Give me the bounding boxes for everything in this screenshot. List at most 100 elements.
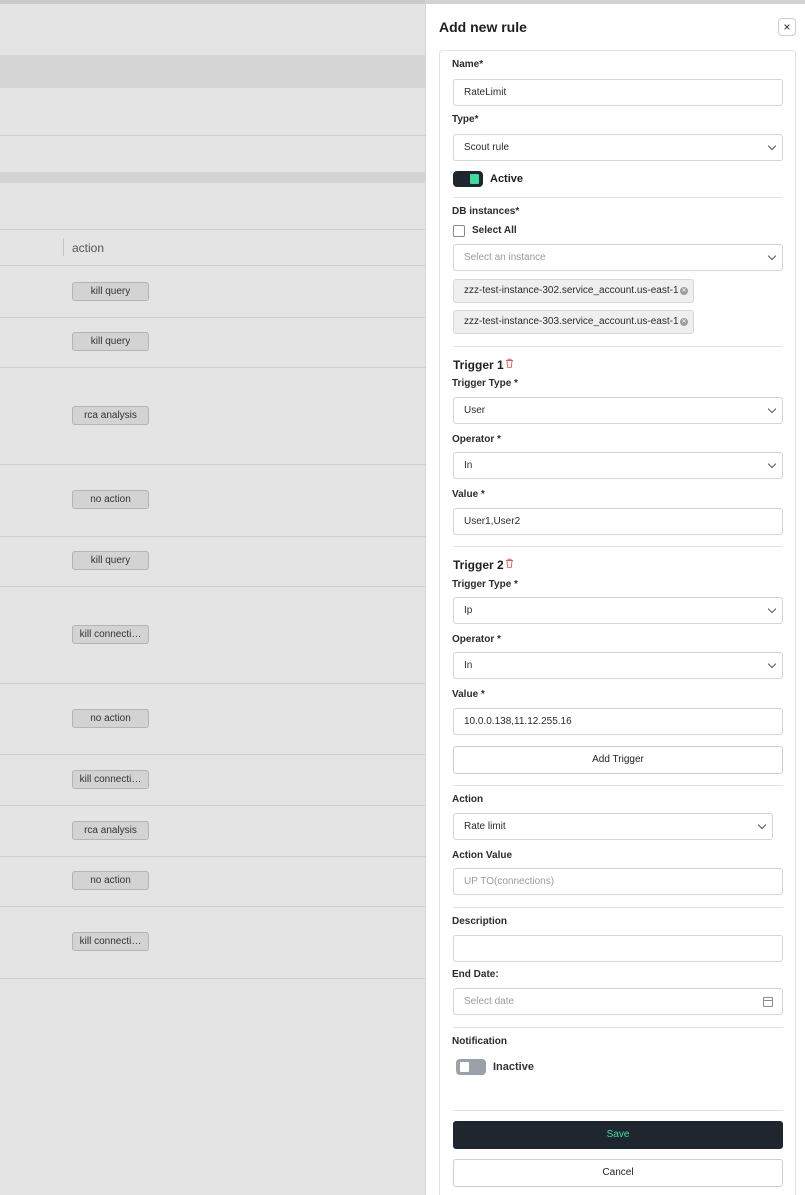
- close-button[interactable]: ×: [778, 18, 796, 36]
- trigger-type-select[interactable]: Ip: [453, 597, 783, 624]
- close-icon: ×: [783, 20, 791, 34]
- instance-tag: zzz-test-instance-302.service_account.us…: [453, 279, 694, 303]
- action-chip[interactable]: no action: [72, 871, 149, 890]
- drawer-top-border: [426, 0, 805, 4]
- operator-value: In: [464, 460, 473, 471]
- section-divider: [453, 785, 783, 786]
- type-select[interactable]: Scout rule: [453, 134, 783, 161]
- trigger-value-input[interactable]: 10.0.0.138,11.12.255.16: [453, 708, 783, 735]
- chevron-down-icon: [767, 659, 777, 669]
- row-divider: [0, 464, 425, 465]
- trash-icon[interactable]: [505, 358, 514, 368]
- value-label: Value *: [452, 689, 485, 700]
- action-chip[interactable]: kill connecti…: [72, 625, 149, 644]
- notification-toggle-label: Inactive: [493, 1061, 534, 1073]
- action-chip[interactable]: rca analysis: [72, 406, 149, 425]
- row-divider: [0, 906, 425, 907]
- action-label: Action: [452, 794, 484, 805]
- trigger-type-value: Ip: [464, 605, 473, 616]
- row-divider: [0, 586, 425, 587]
- row-divider: [0, 805, 425, 806]
- operator-select[interactable]: In: [453, 452, 783, 479]
- trash-icon[interactable]: [505, 558, 514, 568]
- name-input[interactable]: RateLimit: [453, 79, 783, 106]
- trigger-type-select[interactable]: User: [453, 397, 783, 424]
- action-chip[interactable]: no action: [72, 709, 149, 728]
- active-toggle[interactable]: [453, 171, 483, 187]
- chevron-down-icon: [767, 251, 777, 261]
- description-input[interactable]: [453, 935, 783, 962]
- background-table: action kill query kill query rca analysi…: [0, 0, 425, 1195]
- row-divider: [0, 536, 425, 537]
- instance-select[interactable]: Select an instance: [453, 244, 783, 271]
- action-chip[interactable]: kill query: [72, 332, 149, 351]
- column-separator: [63, 238, 64, 256]
- chevron-down-icon: [767, 141, 777, 151]
- action-select[interactable]: Rate limit: [453, 813, 773, 840]
- instance-tag-label: zzz-test-instance-303.service_account.us…: [464, 316, 679, 327]
- active-toggle-label: Active: [490, 173, 524, 185]
- header-divider: [0, 265, 425, 266]
- row-divider: [0, 229, 425, 230]
- action-value-label: Action Value: [452, 850, 513, 861]
- end-date-label: End Date:: [452, 969, 499, 980]
- section-divider: [453, 346, 783, 347]
- row-divider: [0, 683, 425, 684]
- remove-tag-icon[interactable]: ✕: [680, 318, 688, 326]
- toggle-knob: [470, 174, 479, 184]
- chevron-down-icon: [767, 459, 777, 469]
- action-select-value: Rate limit: [464, 821, 506, 832]
- select-all-checkbox[interactable]: [453, 225, 465, 237]
- section-divider: [453, 546, 783, 547]
- action-chip[interactable]: kill query: [72, 282, 149, 301]
- row-divider: [0, 135, 425, 136]
- select-all-label: Select All: [472, 225, 517, 236]
- add-rule-drawer: Add new rule × Name* RateLimit Type* Sco…: [425, 0, 805, 1195]
- action-chip[interactable]: no action: [72, 490, 149, 509]
- operator-value: In: [464, 660, 473, 671]
- instance-tag-label: zzz-test-instance-302.service_account.us…: [464, 285, 679, 296]
- description-label: Description: [452, 916, 508, 927]
- operator-label: Operator *: [452, 634, 501, 645]
- toggle-knob: [460, 1062, 469, 1072]
- remove-tag-icon[interactable]: ✕: [680, 287, 688, 295]
- row-divider: [0, 856, 425, 857]
- notification-label: Notification: [452, 1036, 507, 1047]
- section-divider: [453, 1027, 783, 1028]
- section-divider: [453, 907, 783, 908]
- calendar-icon: [763, 997, 773, 1007]
- trigger-type-value: User: [464, 405, 486, 416]
- trigger-type-label: Trigger Type *: [452, 378, 518, 389]
- action-chip[interactable]: kill connecti…: [72, 770, 149, 789]
- row-divider: [0, 978, 425, 979]
- column-header-action[interactable]: action: [72, 241, 104, 255]
- add-trigger-button[interactable]: Add Trigger: [453, 746, 783, 774]
- operator-select[interactable]: In: [453, 652, 783, 679]
- action-value-input[interactable]: UP TO(connections): [453, 868, 783, 895]
- top-border: [0, 0, 425, 4]
- cancel-button[interactable]: Cancel: [453, 1159, 783, 1187]
- end-date-placeholder: Select date: [464, 996, 515, 1007]
- value-label: Value *: [452, 489, 485, 500]
- action-chip[interactable]: kill query: [72, 551, 149, 570]
- operator-label: Operator *: [452, 434, 501, 445]
- save-button[interactable]: Save: [453, 1121, 783, 1149]
- end-date-picker[interactable]: Select date: [453, 988, 783, 1015]
- notification-toggle[interactable]: [456, 1059, 486, 1075]
- section-divider: [453, 1110, 783, 1111]
- action-chip[interactable]: kill connecti…: [72, 932, 149, 951]
- chevron-down-icon: [757, 820, 767, 830]
- instance-tag: zzz-test-instance-303.service_account.us…: [453, 310, 694, 334]
- toolbar-band: [0, 55, 425, 88]
- instance-select-placeholder: Select an instance: [464, 252, 546, 263]
- trigger-1-title: Trigger 1: [453, 358, 504, 372]
- db-instances-label: DB instances*: [452, 206, 520, 217]
- trigger-2-title: Trigger 2: [453, 558, 504, 572]
- trigger-value-input[interactable]: User1,User2: [453, 508, 783, 535]
- chevron-down-icon: [767, 604, 777, 614]
- drawer-title: Add new rule: [439, 19, 527, 35]
- type-select-value: Scout rule: [464, 142, 510, 153]
- section-band: [0, 172, 425, 183]
- action-chip[interactable]: rca analysis: [72, 821, 149, 840]
- row-divider: [0, 317, 425, 318]
